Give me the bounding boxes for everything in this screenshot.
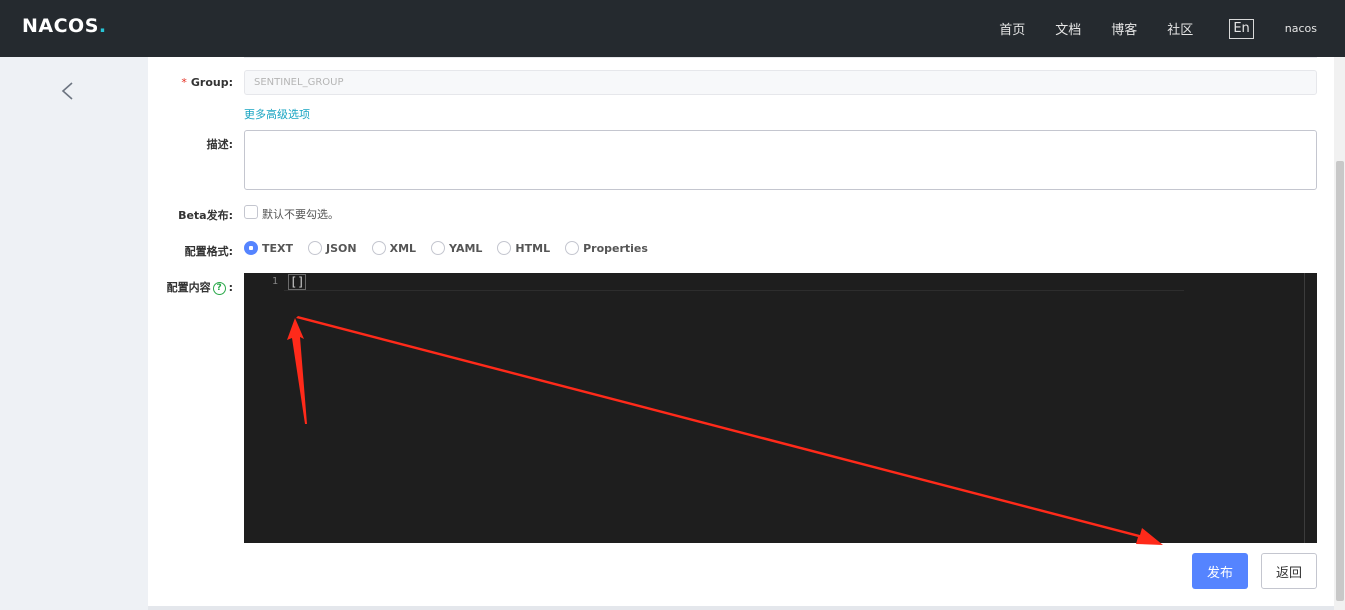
- format-radio-json[interactable]: JSON: [308, 241, 357, 255]
- language-switch-button[interactable]: En: [1229, 18, 1254, 39]
- nacos-logo[interactable]: NACOS.: [22, 15, 107, 37]
- radio-label: YAML: [449, 241, 483, 255]
- config-edit-form: * Group: SENTINEL_GROUP 更多高级选项 描述: Beta发布…: [148, 57, 1334, 606]
- nav-community[interactable]: 社区: [1167, 19, 1193, 38]
- bottom-border: [148, 606, 1334, 610]
- format-radio-text[interactable]: TEXT: [244, 241, 293, 255]
- logo-dot: .: [98, 15, 107, 37]
- format-radio-xml[interactable]: XML: [371, 241, 417, 255]
- radio-unchecked-icon: [371, 241, 386, 255]
- nav-menu: 首页 文档 博客 社区 En nacos: [969, 0, 1317, 57]
- editor-content[interactable]: []: [288, 274, 307, 290]
- format-radio-group: TEXT JSON XML YAML HTML Properties: [244, 241, 663, 255]
- group-input[interactable]: SENTINEL_GROUP: [244, 70, 1317, 95]
- radio-unchecked-icon: [565, 241, 580, 255]
- nav-home[interactable]: 首页: [999, 19, 1025, 38]
- format-label: 配置格式:: [184, 245, 233, 258]
- page-scrollbar[interactable]: [1334, 57, 1345, 610]
- description-textarea[interactable]: [244, 130, 1317, 190]
- beta-hint: 默认不要勾选。: [262, 208, 339, 221]
- content-label-text: 配置内容: [166, 281, 211, 294]
- radio-label: HTML: [515, 241, 551, 255]
- radio-unchecked-icon: [431, 241, 446, 255]
- format-radio-properties[interactable]: Properties: [565, 241, 648, 255]
- line-number: 1: [272, 276, 279, 287]
- publish-button[interactable]: 发布: [1192, 553, 1248, 589]
- required-mark: *: [181, 76, 187, 89]
- top-nav-bar: NACOS. 首页 文档 博客 社区 En nacos: [0, 0, 1345, 57]
- logo-text: NACOS: [22, 15, 99, 37]
- nav-docs[interactable]: 文档: [1055, 19, 1081, 38]
- beta-label: Beta发布:: [178, 209, 233, 222]
- current-line-highlight: [284, 273, 1184, 291]
- chevron-left-icon[interactable]: [60, 81, 76, 101]
- radio-label: XML: [389, 241, 417, 255]
- group-label: * Group:: [113, 76, 233, 89]
- radio-unchecked-icon: [497, 241, 512, 255]
- previous-field-border: [244, 57, 1317, 58]
- radio-label: TEXT: [262, 241, 294, 255]
- format-radio-html[interactable]: HTML: [497, 241, 550, 255]
- radio-checked-icon: [244, 241, 258, 255]
- scrollbar-thumb[interactable]: [1336, 161, 1344, 601]
- radio-unchecked-icon: [308, 241, 323, 255]
- radio-label: JSON: [326, 241, 357, 255]
- content-label: 配置内容?:: [113, 279, 233, 295]
- beta-checkbox[interactable]: [244, 205, 258, 219]
- editor-scrollbar-edge: [1304, 273, 1305, 543]
- content-label-colon: :: [228, 281, 233, 294]
- code-editor[interactable]: 1 []: [244, 273, 1317, 543]
- user-menu[interactable]: nacos: [1285, 22, 1317, 35]
- radio-label: Properties: [583, 241, 648, 255]
- format-radio-yaml[interactable]: YAML: [431, 241, 482, 255]
- nav-blog[interactable]: 博客: [1111, 19, 1137, 38]
- advanced-options-link[interactable]: 更多高级选项: [244, 106, 310, 122]
- question-circle-icon[interactable]: ?: [212, 281, 226, 295]
- group-label-text: Group:: [190, 76, 233, 89]
- back-button[interactable]: 返回: [1261, 553, 1317, 589]
- description-label: 描述:: [206, 138, 233, 151]
